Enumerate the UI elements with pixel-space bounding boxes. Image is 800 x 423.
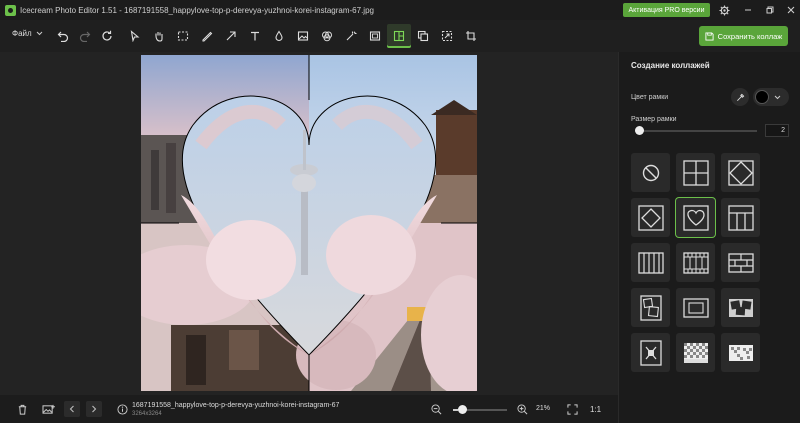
add-image-icon[interactable] (40, 401, 56, 417)
template-scatter[interactable] (721, 288, 760, 327)
zoom-out-icon[interactable] (428, 401, 444, 417)
app-window: Icecream Photo Editor 1.51 - 1687191558_… (0, 0, 800, 423)
canvas-area[interactable] (0, 52, 618, 395)
template-grid-2x2[interactable] (676, 153, 715, 192)
resize-icon[interactable] (435, 24, 459, 48)
frame-size-label: Размер рамки (631, 116, 677, 123)
cross-icon (639, 339, 662, 366)
text-icon[interactable] (243, 24, 267, 48)
file-menu[interactable]: Файл (12, 29, 43, 38)
collage-image (141, 55, 477, 391)
actual-size-button[interactable]: 1:1 (590, 405, 601, 414)
template-heart[interactable] (676, 198, 715, 237)
image-icon[interactable] (291, 24, 315, 48)
color-icon[interactable] (315, 24, 339, 48)
app-logo-icon (5, 4, 16, 16)
panel-title: Создание коллажей (631, 61, 710, 70)
template-bricks[interactable] (721, 243, 760, 282)
reset-icon[interactable] (95, 24, 119, 48)
layers-icon[interactable] (411, 24, 435, 48)
frame-color-picker[interactable] (753, 88, 789, 106)
template-film[interactable] (676, 243, 715, 282)
film-icon (682, 251, 709, 274)
next-button[interactable] (86, 401, 102, 417)
template-stack-portrait[interactable] (631, 288, 670, 327)
save-collage-label: Сохранить коллаж (717, 31, 783, 41)
frame-size-slider-track[interactable] (635, 130, 757, 132)
zoom-in-icon[interactable] (514, 401, 530, 417)
drop-icon[interactable] (267, 24, 291, 48)
zoom-slider-fill (453, 409, 458, 411)
undo-icon[interactable] (51, 24, 75, 48)
close-icon[interactable] (783, 2, 799, 18)
toolbar: Файл Сохранить коллаж (0, 20, 800, 52)
template-stack-landscape[interactable] (676, 288, 715, 327)
chevron-down-icon (36, 31, 43, 36)
fit-screen-icon[interactable] (564, 401, 580, 417)
chevron-right-icon (92, 405, 97, 413)
frame-icon[interactable] (363, 24, 387, 48)
title-bar: Icecream Photo Editor 1.51 - 1687191558_… (0, 0, 800, 20)
checker-icon (683, 342, 708, 363)
scatter-icon (728, 298, 753, 317)
save-collage-button[interactable]: Сохранить коллаж (699, 26, 788, 46)
arrow-icon[interactable] (219, 24, 243, 48)
settings-gear-icon[interactable] (716, 2, 732, 18)
eyedropper-icon[interactable] (731, 88, 749, 106)
columns-icon (727, 204, 754, 231)
template-diamond-frame[interactable] (631, 198, 670, 237)
chevron-down-icon (774, 95, 781, 99)
select-icon[interactable] (123, 24, 147, 48)
zoom-slider-handle[interactable] (458, 405, 467, 414)
collage-icon[interactable] (387, 24, 411, 48)
info-icon[interactable] (114, 401, 130, 417)
hand-icon[interactable] (147, 24, 171, 48)
template-columns-t[interactable] (721, 198, 760, 237)
maximize-icon[interactable] (762, 2, 778, 18)
frame-color-label: Цвет рамки (631, 94, 669, 101)
template-diamond[interactable] (721, 153, 760, 192)
minimize-icon[interactable] (740, 2, 756, 18)
window-title: Icecream Photo Editor 1.51 - 1687191558_… (20, 5, 374, 15)
collage-preview[interactable] (141, 55, 477, 391)
crop-icon[interactable] (459, 24, 483, 48)
chevron-left-icon (69, 405, 74, 413)
crop-select-icon[interactable] (171, 24, 195, 48)
brush-icon[interactable] (195, 24, 219, 48)
stack-portrait-icon (639, 294, 662, 321)
collage-panel: Создание коллажей Цвет рамки Размер рамк… (618, 52, 800, 423)
template-none[interactable] (631, 153, 670, 192)
strip-icon (637, 251, 664, 274)
template-cross[interactable] (631, 333, 670, 372)
bricks-icon (727, 252, 754, 273)
frame-size-input[interactable]: 2 (765, 124, 789, 137)
template-checker-2[interactable] (721, 333, 760, 372)
diamond-frame-icon (637, 204, 664, 231)
save-icon (705, 31, 714, 41)
template-strip-5[interactable] (631, 243, 670, 282)
grid-2x2-icon (682, 159, 709, 186)
file-name: 1687191558_happylove-top-p-derevya-yuzhn… (132, 402, 340, 409)
stack-landscape-icon (682, 297, 709, 318)
activate-pro-button[interactable]: Активация PRO версии (623, 3, 710, 17)
no-frame-icon (642, 164, 659, 181)
status-bar: 1687191558_happylove-top-p-derevya-yuzhn… (0, 395, 618, 423)
frame-size-slider-handle[interactable] (635, 126, 644, 135)
previous-button[interactable] (64, 401, 80, 417)
image-dimensions: 3264x3264 (132, 411, 162, 417)
heart-icon (682, 204, 709, 231)
trash-icon[interactable] (14, 401, 30, 417)
zoom-level: 21% (536, 405, 551, 412)
diamond-icon (727, 159, 754, 186)
color-swatch (755, 90, 769, 104)
file-menu-label: Файл (12, 29, 32, 38)
redo-icon[interactable] (73, 24, 97, 48)
template-checker[interactable] (676, 333, 715, 372)
checker-scatter-icon (728, 344, 753, 361)
magic-icon[interactable] (339, 24, 363, 48)
